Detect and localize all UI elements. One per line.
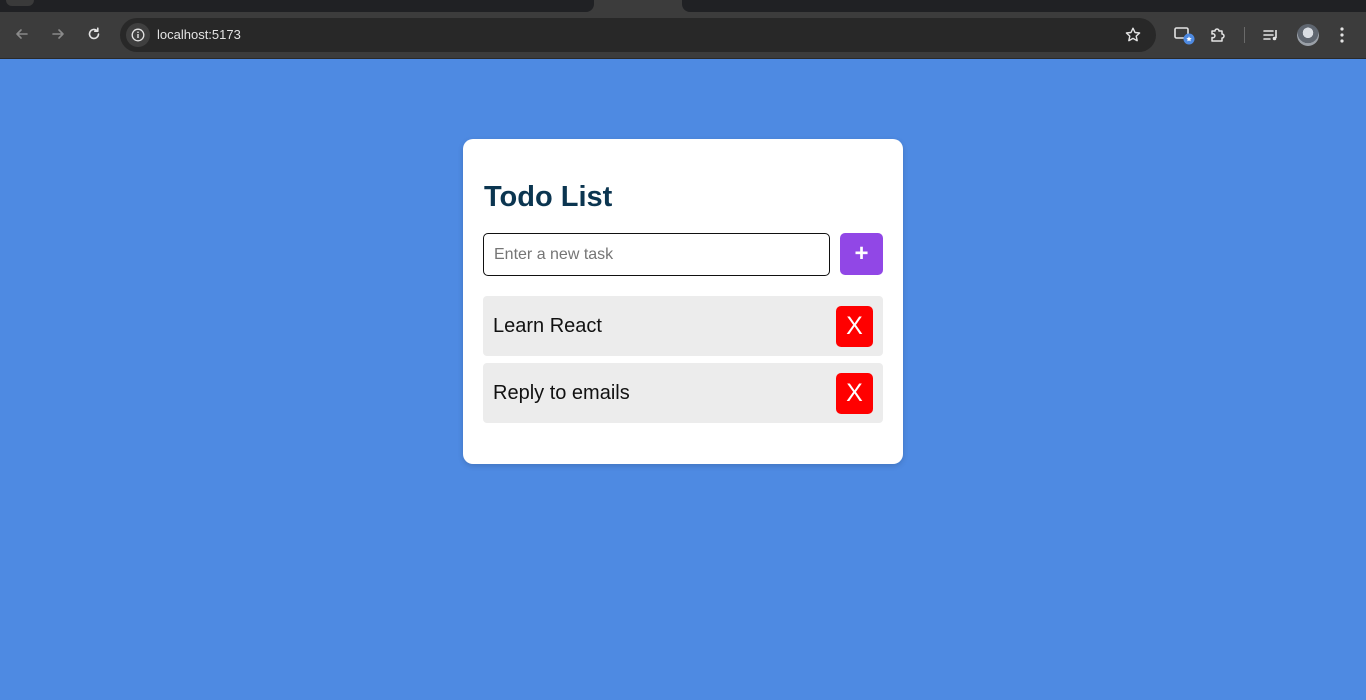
media-queue-icon	[1263, 30, 1277, 41]
url-text: localhost:5173	[157, 27, 241, 42]
todo-item-text: Reply to emails	[493, 381, 630, 404]
info-icon	[131, 28, 145, 42]
back-arrow-icon	[16, 29, 28, 39]
todo-list: Learn React X Reply to emails X	[483, 296, 883, 430]
browser-menu-button[interactable]	[1331, 24, 1353, 46]
new-task-input[interactable]	[483, 233, 830, 276]
delete-task-button[interactable]: X	[836, 305, 873, 347]
page-title: Todo List	[484, 181, 613, 213]
tab-background	[0, 0, 594, 12]
forward-button[interactable]	[44, 20, 72, 48]
extensions-button[interactable]	[1207, 24, 1229, 46]
bookmark-star-icon[interactable]	[1124, 26, 1142, 44]
todo-item-text: Learn React	[493, 314, 602, 337]
tab-background	[682, 0, 1366, 12]
add-task-button[interactable]: +	[840, 233, 883, 275]
tab-strip	[0, 0, 1366, 12]
forward-arrow-icon	[52, 29, 64, 39]
kebab-menu-icon	[1340, 27, 1344, 43]
delete-task-button[interactable]: X	[836, 372, 873, 414]
address-bar[interactable]: localhost:5173	[120, 18, 1156, 52]
browser-toolbar: localhost:5173	[0, 12, 1366, 59]
tab-stub[interactable]	[6, 0, 34, 6]
reload-icon	[88, 27, 100, 40]
todo-item: Reply to emails X	[483, 363, 883, 423]
active-tab[interactable]	[594, 0, 682, 12]
extensions-puzzle-icon	[1211, 28, 1225, 42]
toolbar-divider	[1244, 27, 1245, 43]
cast-icon	[1174, 27, 1195, 45]
todo-card: Todo List + Learn React X Reply to email…	[463, 139, 903, 464]
site-info-button[interactable]	[126, 23, 150, 47]
profile-avatar[interactable]	[1297, 24, 1319, 46]
todo-item: Learn React X	[483, 296, 883, 356]
back-button[interactable]	[8, 20, 36, 48]
reload-button[interactable]	[80, 20, 108, 48]
media-queue-button[interactable]	[1260, 24, 1282, 46]
cast-button[interactable]	[1173, 24, 1195, 46]
